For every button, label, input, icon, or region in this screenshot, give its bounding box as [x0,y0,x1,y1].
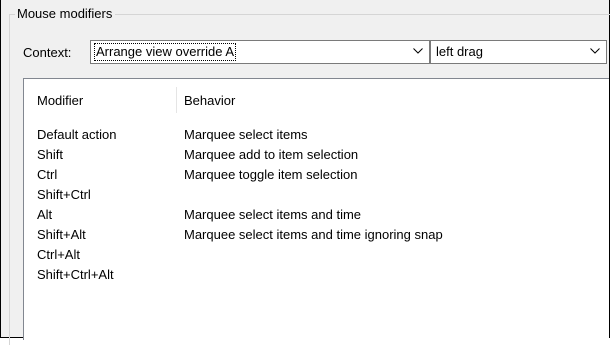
table-row[interactable]: Shift+Alt Marquee select items and time … [24,225,609,245]
column-divider[interactable] [176,87,177,113]
chevron-down-icon[interactable] [407,42,428,62]
row-behavior: Marquee select items [184,127,308,142]
table-row[interactable]: Shift+Ctrl+Alt [24,265,609,285]
table-row[interactable]: Shift Marquee add to item selection [24,145,609,165]
row-modifier: Alt [37,207,53,222]
list-header: Modifier Behavior [24,79,609,113]
row-modifier: Shift+Ctrl+Alt [37,267,114,282]
chevron-down-icon[interactable] [585,42,605,62]
context-row: Context: Arrange view override A left dr… [1,40,610,66]
column-header-behavior[interactable]: Behavior [184,93,235,109]
table-row[interactable]: Alt Marquee select items and time [24,205,609,225]
row-modifier: Ctrl+Alt [37,247,80,262]
table-row[interactable]: Shift+Ctrl [24,185,609,205]
column-header-modifier[interactable]: Modifier [37,93,83,109]
context-label: Context: [23,45,72,60]
context-dropdown[interactable]: Arrange view override A [90,40,430,64]
modifier-list[interactable]: Modifier Behavior Default action Marquee… [23,78,609,340]
action-dropdown[interactable]: left drag [430,40,607,64]
context-dropdown-value: Arrange view override A [93,43,237,61]
row-behavior: Marquee add to item selection [184,147,359,162]
row-modifier: Ctrl [37,167,58,182]
table-row[interactable]: Ctrl+Alt [24,245,609,265]
row-modifier: Shift+Alt [37,227,86,242]
row-modifier: Default action [37,127,117,142]
row-modifier: Shift+Ctrl [37,187,91,202]
row-behavior: Marquee toggle item selection [184,167,358,182]
row-modifier: Shift [37,147,64,162]
row-behavior: Marquee select items and time ignoring s… [184,227,443,242]
table-row[interactable]: Default action Marquee select items [24,125,609,145]
group-title: Mouse modifiers [15,6,116,22]
action-dropdown-value: left drag [436,44,483,59]
row-behavior: Marquee select items and time [184,207,362,222]
mouse-modifiers-panel: Mouse modifiers Context: Arrange view ov… [0,0,610,345]
table-row[interactable]: Ctrl Marquee toggle item selection [24,165,609,185]
